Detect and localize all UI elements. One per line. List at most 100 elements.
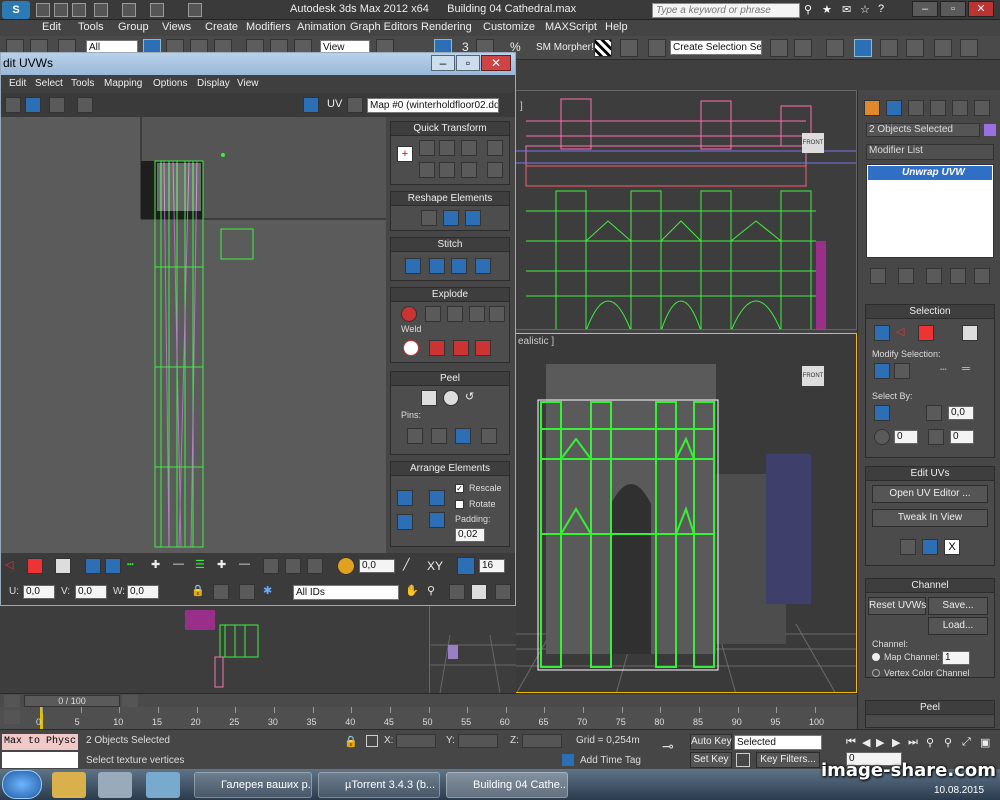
mirror-icon[interactable]: [770, 39, 788, 57]
align-to-edge-icon[interactable]: [419, 162, 435, 178]
hierarchy-tab-icon[interactable]: [908, 100, 924, 116]
peel-header[interactable]: Peel: [866, 701, 994, 715]
viewcube-top[interactable]: FRONT: [802, 133, 824, 153]
lscm-peel-icon[interactable]: [443, 390, 459, 406]
uvw-element-sel-icon[interactable]: [55, 558, 71, 574]
flatten-by-smgroup-icon[interactable]: [447, 306, 463, 322]
polygon-mode-icon[interactable]: [918, 325, 934, 341]
soft-selection-icon[interactable]: [337, 557, 355, 575]
uv-label[interactable]: UV: [327, 98, 342, 110]
weld-threshold-icon[interactable]: [453, 340, 469, 356]
stitch-custom-icon[interactable]: [405, 258, 421, 274]
maximize-button[interactable]: ▫: [940, 1, 966, 17]
open-uv-editor-button[interactable]: Open UV Editor ...: [872, 485, 988, 503]
flatten-icon[interactable]: [489, 306, 505, 322]
uvw-menu-edit[interactable]: Edit: [9, 78, 26, 89]
object-color-swatch[interactable]: [984, 124, 996, 136]
menu-rendering[interactable]: Rendering: [421, 21, 472, 33]
detach-edge-icon[interactable]: [425, 306, 441, 322]
grid-snap-icon[interactable]: [457, 557, 475, 575]
filter-icon[interactable]: ✱: [263, 584, 279, 600]
align-x-icon[interactable]: [419, 140, 435, 156]
binoculars-icon[interactable]: ⚲: [804, 3, 818, 17]
uvw-shrink-icon[interactable]: [105, 558, 121, 574]
break-icon[interactable]: [401, 306, 417, 322]
uvw-ring-icon[interactable]: ☰: [195, 558, 211, 574]
space-horizontal-icon[interactable]: [487, 140, 503, 156]
pin-icon[interactable]: [407, 428, 423, 444]
go-end-icon[interactable]: ⏭: [908, 736, 918, 749]
uvw-mirror-icon[interactable]: [77, 97, 93, 113]
map-channel-radio[interactable]: [872, 653, 880, 661]
menu-create[interactable]: Create: [205, 21, 238, 33]
viewport-bottom-grid[interactable]: [430, 605, 516, 694]
time-slider-thumb[interactable]: 0 / 100: [24, 695, 120, 707]
quick-peel-icon[interactable]: [421, 390, 437, 406]
field-of-view-icon[interactable]: ▣: [980, 736, 990, 749]
reset-uvws-button[interactable]: Reset UVWs: [868, 597, 926, 615]
rotate-checkbox[interactable]: [455, 500, 464, 509]
select-by-matid-icon[interactable]: [928, 429, 944, 445]
pan-icon[interactable]: ✋: [405, 584, 421, 600]
menu-group[interactable]: Group: [118, 21, 149, 33]
vertex-color-radio[interactable]: [872, 669, 880, 677]
play-icon[interactable]: ▶: [876, 736, 884, 749]
reshape-elements-header[interactable]: Reshape Elements: [391, 192, 509, 206]
menu-help[interactable]: Help: [605, 21, 628, 33]
ring-icon[interactable]: ═: [962, 363, 978, 379]
menu-views[interactable]: Views: [162, 21, 191, 33]
uvw-checker-icon[interactable]: [303, 97, 319, 113]
weld-all-icon[interactable]: [475, 340, 491, 356]
maximize-viewport-icon[interactable]: ⤢: [962, 736, 971, 749]
align-y-icon[interactable]: [439, 140, 455, 156]
project-icon[interactable]: [150, 3, 164, 17]
rescale-checkbox[interactable]: ✓: [455, 484, 464, 493]
uvw-ring-plus-icon[interactable]: ✚: [217, 558, 233, 574]
uvw-menu-display[interactable]: Display: [197, 78, 230, 89]
magnet-uv-icon[interactable]: [495, 584, 511, 600]
save-uvws-button[interactable]: Save...: [928, 597, 988, 615]
go-start-icon[interactable]: ⏮: [846, 736, 856, 749]
undo-icon[interactable]: [94, 3, 108, 17]
edge-distance-icon[interactable]: ╱: [403, 558, 419, 574]
weld-selected-icon[interactable]: [429, 340, 445, 356]
zoom-viewport-icon[interactable]: ⚲: [926, 736, 934, 749]
absolute-mode-icon[interactable]: [366, 735, 378, 747]
pack-custom-icon[interactable]: [429, 490, 445, 506]
utilities-tab-icon[interactable]: [974, 100, 990, 116]
shrink-selection-icon[interactable]: [894, 363, 910, 379]
zoom-icon[interactable]: ⚲: [427, 584, 443, 600]
app-taskbar-icon[interactable]: [146, 772, 180, 798]
zoom-region-icon[interactable]: [449, 584, 465, 600]
edit-uvs-header[interactable]: Edit UVs: [866, 467, 994, 481]
modifier-stack-item[interactable]: Unwrap UVW: [868, 166, 992, 180]
show-map-icon[interactable]: [922, 539, 938, 555]
create-tab-icon[interactable]: [864, 100, 880, 116]
weld-target-icon[interactable]: [403, 340, 419, 356]
set-pivot-icon[interactable]: +: [397, 146, 413, 162]
v-field[interactable]: 0,0: [75, 585, 107, 599]
uvw-plus-icon[interactable]: ✚: [151, 558, 167, 574]
layer-manager-icon[interactable]: [826, 39, 844, 57]
soft-selection-field[interactable]: 0,0: [359, 559, 395, 573]
pack-normalize-icon[interactable]: [397, 490, 413, 506]
motion-tab-icon[interactable]: [930, 100, 946, 116]
edge-mode-icon[interactable]: ◁: [896, 325, 912, 341]
auto-pin-icon[interactable]: [455, 428, 471, 444]
hide-icon[interactable]: [213, 584, 229, 600]
search-input[interactable]: Type a keyword or phrase: [652, 3, 800, 18]
uvw-freeform-icon[interactable]: [25, 97, 41, 113]
time-slider[interactable]: 0 / 100: [0, 693, 857, 707]
quick-planar-icon[interactable]: [900, 539, 916, 555]
display-tab-icon[interactable]: [952, 100, 968, 116]
uvw-minus-icon[interactable]: —: [173, 558, 189, 574]
uvw-paint-plus-icon[interactable]: [285, 558, 301, 574]
communication-icon[interactable]: ✉: [842, 3, 856, 17]
close-button[interactable]: ✕: [968, 1, 994, 17]
menu-modifiers[interactable]: Modifiers: [246, 21, 291, 33]
viewport-top-label[interactable]: ]: [520, 101, 523, 112]
open-icon[interactable]: [54, 3, 68, 17]
checker-icon[interactable]: [594, 39, 612, 57]
rescale-elements-icon[interactable]: [429, 512, 445, 528]
clock-date[interactable]: 10.08.2015: [934, 785, 984, 796]
